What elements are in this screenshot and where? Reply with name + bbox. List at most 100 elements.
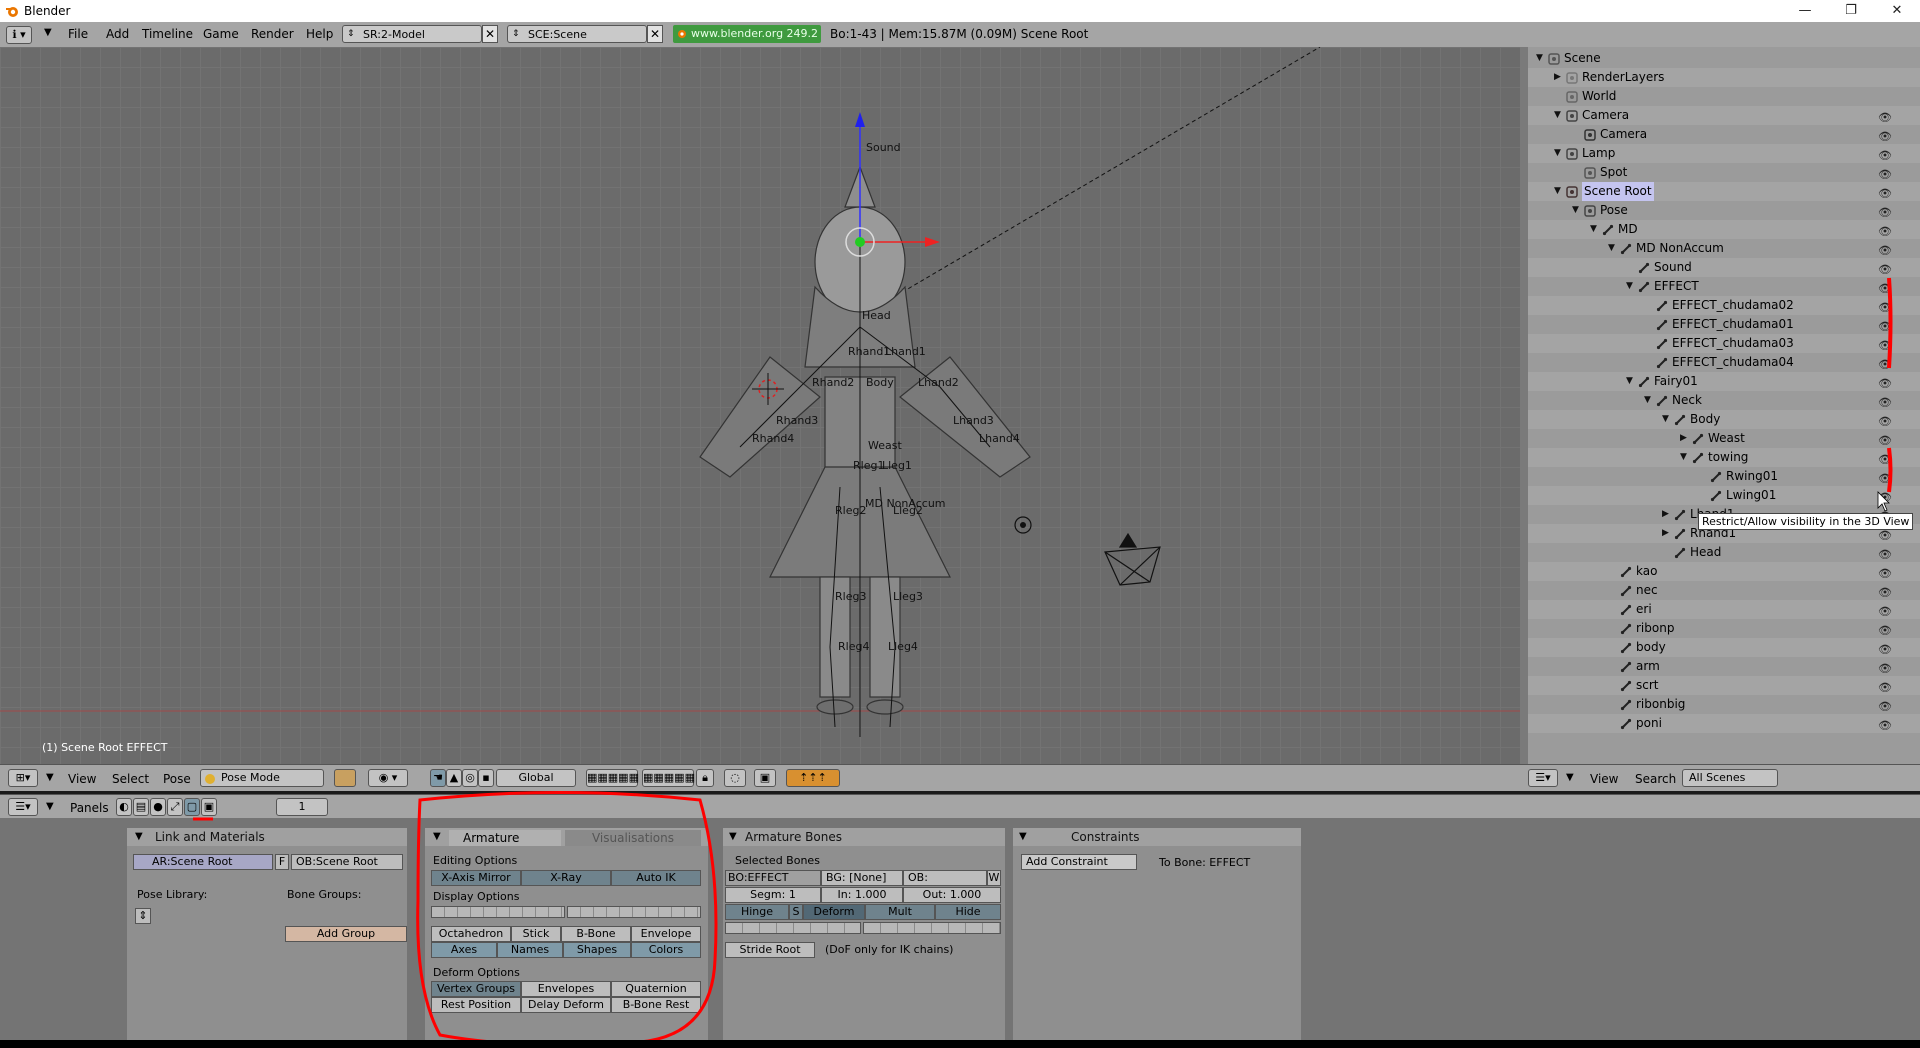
scene-context-icon[interactable]: ▣ xyxy=(201,798,217,816)
outliner-row[interactable]: body 👁︎ xyxy=(1528,638,1920,657)
outliner-menu-search[interactable]: Search xyxy=(1635,772,1676,786)
outliner-row[interactable]: ▼ Camera 👁︎ xyxy=(1528,106,1920,125)
shapes-toggle[interactable]: Shapes xyxy=(563,942,631,958)
outliner-row[interactable]: ▼ MD 👁︎ xyxy=(1528,220,1920,239)
delay-deform-toggle[interactable]: Delay Deform xyxy=(521,997,611,1013)
opengl-render-icon[interactable]: ▣ xyxy=(754,769,776,787)
vertex-groups-toggle[interactable]: Vertex Groups xyxy=(431,981,521,997)
buttons-editor-type-icon[interactable]: ☰▾ xyxy=(8,798,38,816)
manipulator-toggle-icon[interactable]: ☚ xyxy=(430,769,446,787)
outliner-row[interactable]: ▼ Pose 👁︎ xyxy=(1528,201,1920,220)
logic-context-icon[interactable]: ◐ xyxy=(116,798,132,816)
script-context-icon[interactable]: ▤ xyxy=(133,798,149,816)
expanded-triangle-icon[interactable]: ▼ xyxy=(1536,49,1543,68)
menu-game[interactable]: Game xyxy=(203,27,239,41)
bone-group-field[interactable]: BG: [None] xyxy=(821,870,903,886)
outliner-row[interactable]: ▶ RenderLayers xyxy=(1528,68,1920,87)
outliner-row[interactable]: kao 👁︎ xyxy=(1528,562,1920,581)
panel-collapse-icon[interactable]: ▼ xyxy=(433,831,441,842)
header-collapse-icon[interactable]: ▼ xyxy=(44,27,52,38)
mult-toggle[interactable]: Mult xyxy=(865,904,935,920)
draw-type-icon[interactable] xyxy=(334,769,356,787)
screen-selector[interactable]: SR:2-Model xyxy=(342,25,482,43)
mode-selector[interactable]: Pose Mode xyxy=(200,769,324,787)
header-collapse-icon[interactable]: ▼ xyxy=(46,772,54,783)
outliner-row[interactable]: poni 👁︎ xyxy=(1528,714,1920,733)
outliner-row[interactable]: ribonbig 👁︎ xyxy=(1528,695,1920,714)
names-toggle[interactable]: Names xyxy=(497,942,563,958)
outliner-row[interactable]: ▼ Lamp 👁︎ xyxy=(1528,144,1920,163)
minimize-button[interactable]: — xyxy=(1782,0,1828,22)
outliner-editor-type-icon[interactable]: ☰▾ xyxy=(1528,769,1558,787)
outliner-row[interactable]: Rwing01 👁︎ xyxy=(1528,467,1920,486)
outliner-row[interactable]: EFFECT_chudama01 👁︎ xyxy=(1528,315,1920,334)
outliner-row[interactable]: Head 👁︎ xyxy=(1528,543,1920,562)
object-name-field[interactable]: OB:Scene Root xyxy=(291,854,403,870)
expanded-triangle-icon[interactable]: ▼ xyxy=(1554,144,1561,163)
outliner-row[interactable]: Lwing01 👁︎ xyxy=(1528,486,1920,505)
auto-ik-toggle[interactable]: Auto IK xyxy=(611,870,701,886)
deform-toggle[interactable]: Deform xyxy=(803,904,865,920)
panel-collapse-icon[interactable]: ▼ xyxy=(1019,831,1027,842)
outliner-row[interactable]: eri 👁︎ xyxy=(1528,600,1920,619)
collapsed-triangle-icon[interactable]: ▶ xyxy=(1554,68,1561,87)
outliner-row[interactable]: ribonp 👁︎ xyxy=(1528,619,1920,638)
axes-toggle[interactable]: Axes xyxy=(431,942,497,958)
menu-select[interactable]: Select xyxy=(112,772,149,786)
outliner-row[interactable]: Sound 👁︎ xyxy=(1528,258,1920,277)
tab-visualisations[interactable]: Visualisations xyxy=(565,830,701,846)
outliner-row[interactable]: World xyxy=(1528,87,1920,106)
layers-row-1[interactable]: ▦▦▦▦▦ xyxy=(586,769,639,787)
w-button[interactable]: W xyxy=(987,870,1001,886)
hide-toggle[interactable]: Hide xyxy=(935,904,1001,920)
outliner-row[interactable]: Spot 👁︎ xyxy=(1528,163,1920,182)
outliner-row[interactable]: EFFECT_chudama03 👁︎ xyxy=(1528,334,1920,353)
expanded-triangle-icon[interactable]: ▼ xyxy=(1626,372,1633,391)
panel-collapse-icon[interactable]: ▼ xyxy=(729,831,737,842)
expanded-triangle-icon[interactable]: ▼ xyxy=(1680,448,1687,467)
shading-context-icon[interactable]: ● xyxy=(150,798,166,816)
envelope-toggle[interactable]: Envelope xyxy=(631,926,701,942)
expanded-triangle-icon[interactable]: ▼ xyxy=(1554,182,1561,201)
quaternion-toggle[interactable]: Quaternion xyxy=(611,981,701,997)
bone-name-field[interactable]: BO:EFFECT xyxy=(725,870,821,886)
octahedron-toggle[interactable]: Octahedron xyxy=(431,926,511,942)
s-toggle[interactable]: S xyxy=(789,904,803,920)
add-group-button[interactable]: Add Group xyxy=(285,926,407,942)
scene-browse-icon[interactable]: ⇕ xyxy=(512,29,520,39)
ease-in-field[interactable]: In: 1.000 xyxy=(821,887,903,903)
outliner-row[interactable]: scrt 👁︎ xyxy=(1528,676,1920,695)
outliner-row[interactable]: nec 👁︎ xyxy=(1528,581,1920,600)
outliner-row[interactable]: ▼ EFFECT 👁︎ xyxy=(1528,277,1920,296)
expanded-triangle-icon[interactable]: ▼ xyxy=(1662,410,1669,429)
rest-position-toggle[interactable]: Rest Position xyxy=(431,997,521,1013)
pose-library-browse-icon[interactable]: ⇕ xyxy=(135,908,151,924)
screen-delete-button[interactable]: ✕ xyxy=(482,25,498,43)
outliner-row[interactable]: EFFECT_chudama04 👁︎ xyxy=(1528,353,1920,372)
expanded-triangle-icon[interactable]: ▼ xyxy=(1572,201,1579,220)
header-collapse-icon[interactable]: ▼ xyxy=(46,801,54,812)
b-bone-toggle[interactable]: B-Bone xyxy=(561,926,631,942)
layers-row-2[interactable]: ▦▦▦▦▦ xyxy=(642,769,695,787)
frame-number-field[interactable]: 1 xyxy=(276,798,328,816)
add-constraint-button[interactable]: Add Constraint xyxy=(1021,854,1137,870)
bone-layer-row-2[interactable] xyxy=(863,922,1001,934)
b-bone-rest-toggle[interactable]: B-Bone Rest xyxy=(611,997,701,1013)
colors-toggle[interactable]: Colors xyxy=(631,942,701,958)
restore-button[interactable]: ❐ xyxy=(1828,0,1874,22)
stick-toggle[interactable]: Stick xyxy=(511,926,561,942)
object-context-icon[interactable]: ⤢ xyxy=(167,798,183,816)
outliner-row[interactable]: EFFECT_chudama02 👁︎ xyxy=(1528,296,1920,315)
outliner-row[interactable]: Camera 👁︎ xyxy=(1528,125,1920,144)
outliner-row[interactable]: ▼ Scene Root 👁︎ xyxy=(1528,182,1920,201)
menu-timeline[interactable]: Timeline xyxy=(142,27,193,41)
pivot-selector[interactable]: ◉ ▾ xyxy=(368,769,408,787)
lock-layers-icon[interactable]: 🔒︎ xyxy=(696,769,714,787)
expanded-triangle-icon[interactable]: ▼ xyxy=(1554,106,1561,125)
bone-layer-row-1[interactable] xyxy=(725,922,861,934)
orientation-selector[interactable]: Global xyxy=(496,769,576,787)
outliner-panel[interactable]: ▼ Scene ▶ RenderLayers World ▼ Camera 👁︎ Camera 👁… xyxy=(1528,47,1920,764)
outliner-row[interactable]: ▼ MD NonAccum 👁︎ xyxy=(1528,239,1920,258)
armature-datablock-field[interactable]: AR:Scene Root xyxy=(133,854,273,870)
x-axis-mirror-toggle[interactable]: X-Axis Mirror xyxy=(431,870,521,886)
